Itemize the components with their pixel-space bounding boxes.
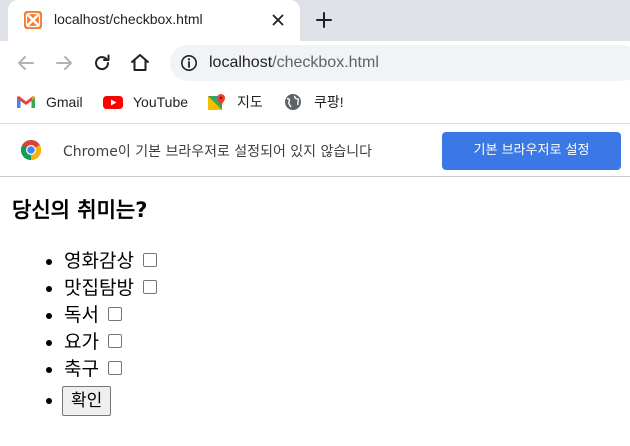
close-icon[interactable] [268,10,288,30]
list-item: 영화감상 [64,248,157,275]
set-default-browser-button[interactable]: 기본 브라우저로 설정 [442,132,621,170]
xampp-icon [24,11,42,29]
bookmark-label: 쿠팡! [314,94,344,110]
tab-strip: localhost/checkbox.html [0,0,630,41]
maps-icon [206,93,228,111]
list-item: 맛집탐방 [64,275,157,302]
hobby-checkbox[interactable] [107,333,122,348]
url-text: localhost/checkbox.html [209,54,379,72]
browser-toolbar: localhost/checkbox.html [0,41,630,86]
gmail-icon [15,93,37,111]
hobby-checkbox[interactable] [107,306,122,321]
url-path: /checkbox.html [272,54,379,71]
bookmark-label: 지도 [237,94,263,110]
back-arrow-icon[interactable] [14,51,38,75]
confirm-button[interactable]: 확인 [62,385,112,416]
url-host: localhost [209,54,273,71]
list-item: 확인 [62,383,157,417]
plus-icon[interactable] [312,8,336,32]
home-icon[interactable] [128,51,152,75]
bookmarks-bar: Gmail YouTube 지도 쿠팡! [0,86,630,118]
bookmark-label: Gmail [46,94,83,110]
page-content: 당신의 취미는? 영화감상 맛집탐방 독서 요가 축구 확인 [0,178,630,446]
infobar-message: Chrome이 기본 브라우저로 설정되어 있지 않습니다 [63,144,373,160]
hobby-checkbox[interactable] [142,279,157,294]
tab-title: localhost/checkbox.html [54,11,203,27]
hobby-checkbox[interactable] [107,360,122,375]
hobby-label: 영화감상 [64,250,134,272]
hobby-list: 영화감상 맛집탐방 독서 요가 축구 확인 [62,248,157,417]
info-icon[interactable] [180,54,198,72]
default-browser-infobar: Chrome이 기본 브라우저로 설정되어 있지 않습니다 기본 브라우저로 설… [0,123,630,177]
list-item: 독서 [64,302,157,329]
bookmark-coupang[interactable]: 쿠팡! [283,90,344,114]
hobby-label: 독서 [64,304,99,326]
reload-icon[interactable] [90,51,114,75]
globe-icon [283,93,305,111]
page-heading: 당신의 취미는? [12,198,148,222]
chrome-logo-icon [20,139,42,161]
hobby-label: 요가 [64,331,99,353]
bookmark-youtube[interactable]: YouTube [102,90,188,114]
bookmark-gmail[interactable]: Gmail [15,90,83,114]
address-bar[interactable]: localhost/checkbox.html [170,45,630,81]
hobby-label: 맛집탐방 [64,277,134,299]
browser-tab[interactable]: localhost/checkbox.html [8,0,300,41]
forward-arrow-icon[interactable] [52,51,76,75]
hobby-checkbox[interactable] [142,252,157,267]
bookmark-label: YouTube [133,94,189,110]
bookmark-maps[interactable]: 지도 [206,90,263,114]
hobby-label: 축구 [64,358,99,380]
list-item: 요가 [64,329,157,356]
list-item: 축구 [64,356,157,383]
youtube-icon [102,93,124,111]
